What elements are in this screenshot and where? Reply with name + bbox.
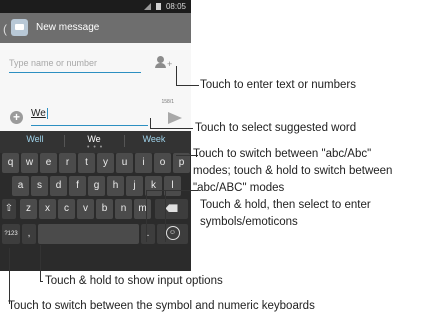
- callout-symbols-line-2: symbols/emoticons: [200, 216, 298, 228]
- key-p[interactable]: p: [173, 153, 190, 173]
- guide-line: [9, 248, 10, 304]
- recipient-input[interactable]: Type name or number: [9, 58, 141, 73]
- page-title: New message: [36, 22, 100, 33]
- guide-line: [150, 128, 193, 129]
- message-app-icon[interactable]: [11, 19, 28, 36]
- key-y[interactable]: y: [97, 153, 114, 173]
- text-cursor: [46, 108, 48, 119]
- message-input[interactable]: We: [31, 108, 148, 126]
- key-t[interactable]: t: [78, 153, 95, 173]
- key-a[interactable]: a: [12, 176, 29, 196]
- symbols-key[interactable]: ?123: [2, 224, 20, 244]
- send-icon[interactable]: [168, 112, 182, 124]
- key-q[interactable]: q: [2, 153, 19, 173]
- key-c[interactable]: c: [58, 199, 75, 219]
- key-z[interactable]: z: [20, 199, 37, 219]
- action-bar: ( New message: [0, 13, 191, 43]
- keyboard: Well We Week • • • qwertyuiop asdfghjkl …: [0, 131, 191, 271]
- message-text: We: [31, 108, 46, 120]
- key-s[interactable]: s: [31, 176, 48, 196]
- guide-line: [146, 190, 198, 191]
- key-n[interactable]: n: [115, 199, 132, 219]
- callout-switch-case-line-2: modes; touch & hold to switch between: [193, 165, 393, 177]
- delete-icon[interactable]: [155, 199, 188, 219]
- compose-area: Type name or number +: [0, 43, 191, 105]
- input-options-key[interactable]: ,: [22, 224, 36, 244]
- space-key[interactable]: [38, 224, 139, 244]
- key-r[interactable]: r: [59, 153, 76, 173]
- key-g[interactable]: g: [88, 176, 105, 196]
- guide-line: [40, 281, 43, 282]
- shift-icon[interactable]: ⇧: [2, 199, 16, 219]
- char-counter: 158/1: [161, 99, 174, 105]
- callout-switch-case-line-1: Touch to switch between "abc/Abc": [193, 148, 372, 160]
- callout-enter-text: Touch to enter text or numbers: [200, 79, 356, 91]
- callout-symbols-line-1: Touch & hold, then select to enter: [200, 199, 371, 211]
- contact-body-shape: [155, 63, 166, 68]
- suggestion-word[interactable]: Week: [125, 131, 183, 147]
- contact-head-shape: [157, 56, 164, 63]
- key-h[interactable]: h: [107, 176, 124, 196]
- key-o[interactable]: o: [154, 153, 171, 173]
- key-i[interactable]: i: [135, 153, 152, 173]
- emoji-icon: ☺: [165, 226, 180, 241]
- add-contact-icon[interactable]: +: [155, 56, 173, 70]
- key-w[interactable]: w: [21, 153, 38, 173]
- key-f[interactable]: f: [69, 176, 86, 196]
- key-e[interactable]: e: [40, 153, 57, 173]
- callout-switch-keyboards: Touch to switch between the symbol and n…: [8, 300, 315, 312]
- guide-line: [40, 245, 41, 282]
- key-m[interactable]: m: [134, 199, 151, 219]
- guide-line: [176, 66, 177, 85]
- key-u[interactable]: u: [116, 153, 133, 173]
- guide-line: [150, 118, 151, 128]
- suggestion-strip: Well We Week • • •: [0, 131, 191, 153]
- callout-select-word: Touch to select suggested word: [195, 122, 357, 134]
- callout-switch-case-line-3: "abc/ABC" modes: [193, 182, 285, 194]
- period-key[interactable]: .: [141, 224, 155, 244]
- suggestion-word[interactable]: Well: [6, 131, 64, 147]
- status-bar: 08:05: [0, 0, 191, 13]
- delete-glyph: [165, 204, 178, 213]
- key-j[interactable]: j: [126, 176, 143, 196]
- key-k[interactable]: k: [145, 176, 162, 196]
- guide-line: [176, 85, 199, 86]
- attach-icon[interactable]: +: [10, 111, 23, 124]
- emoji-key[interactable]: ☺: [157, 224, 188, 244]
- key-x[interactable]: x: [39, 199, 56, 219]
- key-l[interactable]: l: [164, 176, 181, 196]
- callout-input-options: Touch & hold to show input options: [45, 275, 223, 287]
- guide-line: [146, 190, 147, 242]
- key-v[interactable]: v: [77, 199, 94, 219]
- plus-sign: +: [167, 59, 173, 69]
- key-d[interactable]: d: [50, 176, 67, 196]
- battery-icon: [156, 3, 161, 10]
- status-time: 08:05: [165, 2, 186, 11]
- key-b[interactable]: b: [96, 199, 113, 219]
- chevron-left-icon[interactable]: (: [3, 22, 7, 36]
- guide-line: [165, 190, 166, 242]
- signal-icon: [144, 3, 151, 10]
- suggestion-more-dots[interactable]: • • •: [87, 144, 103, 151]
- phone-screen: 08:05 ( New message Type name or number …: [0, 0, 191, 271]
